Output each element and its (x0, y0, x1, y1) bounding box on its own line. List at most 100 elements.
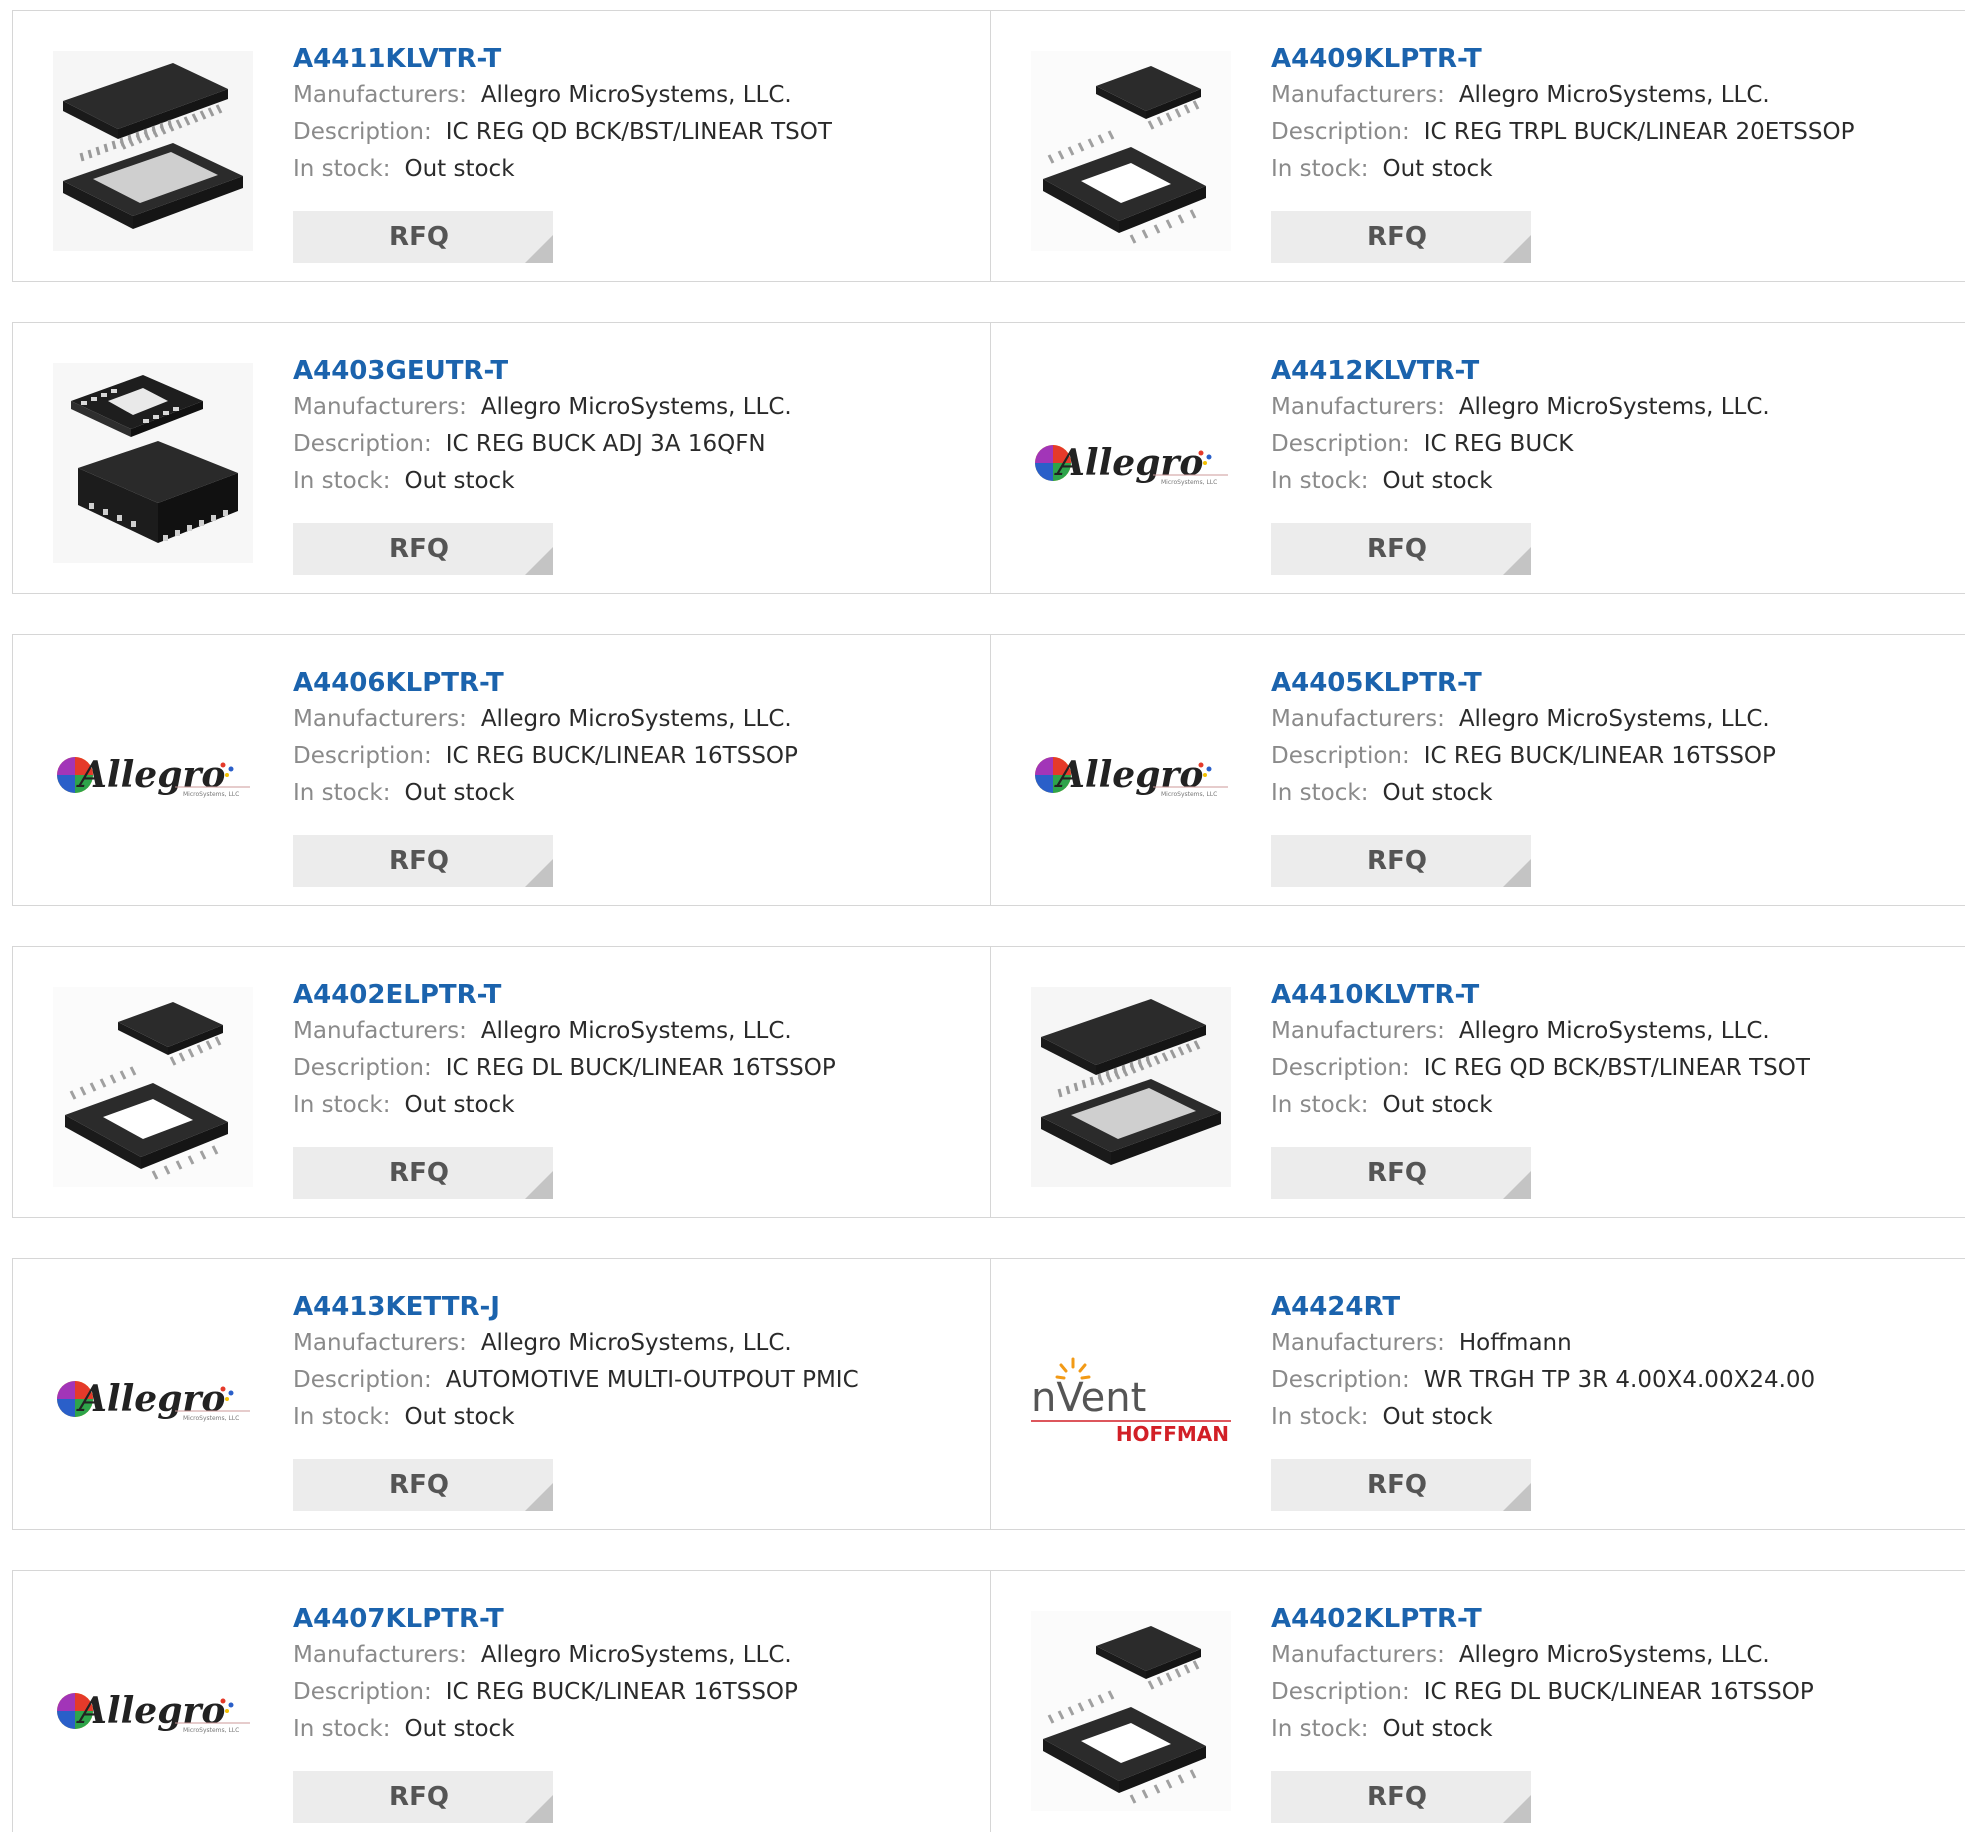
manufacturers-label: Manufacturers: (293, 1330, 467, 1356)
product-card: A4402ELPTR-T Manufacturers: Allegro MicroS… (13, 947, 990, 1217)
description-line: Description: AUTOMOTIVE MULTI-OUTPOUT PMI… (293, 1362, 859, 1399)
description-label: Description: (1271, 431, 1410, 457)
product-info: A4405KLPTR-T Manufacturers: Allegro MicroS… (1271, 665, 1776, 812)
product-card: A4409KLPTR-T Manufacturers: Allegro MicroS… (990, 11, 1965, 281)
stock-value: Out stock (1382, 780, 1493, 806)
part-number-link[interactable]: A4424RT (1271, 1289, 1815, 1325)
manufacturers-label: Manufacturers: (1271, 82, 1445, 108)
tssop-chip-image[interactable] (53, 987, 253, 1187)
tssop-chip-image[interactable] (1031, 51, 1231, 251)
in-stock-label: In stock: (1271, 468, 1369, 494)
rfq-button[interactable]: RFQ (293, 1771, 553, 1823)
description-value: IC REG BUCK/LINEAR 16TSSOP (445, 743, 798, 769)
rfq-button[interactable]: RFQ (1271, 1459, 1531, 1511)
rfq-button[interactable]: RFQ (1271, 523, 1531, 575)
description-label: Description: (1271, 1055, 1410, 1081)
manufacturers-label: Manufacturers: (1271, 706, 1445, 732)
product-info: A4402ELPTR-T Manufacturers: Allegro MicroS… (293, 977, 836, 1124)
product-info: A4403GEUTR-T Manufacturers: Allegro MicroS… (293, 353, 792, 500)
tssop-chip-image[interactable] (1031, 1611, 1231, 1811)
in-stock-label: In stock: (293, 1092, 391, 1118)
product-row: Allegro MicroSystems, LLC A4407KLPTR-T Ma… (12, 1570, 1965, 1832)
rfq-button[interactable]: RFQ (293, 1459, 553, 1511)
part-number-link[interactable]: A4402KLPTR-T (1271, 1601, 1814, 1637)
description-label: Description: (293, 1367, 432, 1393)
part-number-link[interactable]: A4409KLPTR-T (1271, 41, 1854, 77)
rfq-button[interactable]: RFQ (1271, 835, 1531, 887)
rfq-button[interactable]: RFQ (1271, 1771, 1531, 1823)
description-value: WR TRGH TP 3R 4.00X4.00X24.00 (1423, 1367, 1816, 1393)
allegro-logo[interactable]: Allegro MicroSystems, LLC (1031, 363, 1231, 563)
description-label: Description: (293, 119, 432, 145)
part-number-link[interactable]: A4410KLVTR-T (1271, 977, 1810, 1013)
svg-text:Allegro: Allegro (76, 754, 225, 796)
manufacturer-value: Hoffmann (1458, 1330, 1572, 1356)
allegro-logo[interactable]: Allegro MicroSystems, LLC (1031, 675, 1231, 875)
stock-value: Out stock (1382, 1404, 1493, 1430)
manufacturer-line: Manufacturers: Allegro MicroSystems, LLC. (293, 1013, 836, 1050)
stock-value: Out stock (404, 1404, 515, 1430)
part-number-link[interactable]: A4413KETTR-J (293, 1289, 859, 1325)
description-label: Description: (293, 1679, 432, 1705)
manufacturer-value: Allegro MicroSystems, LLC. (480, 82, 792, 108)
svg-text:MicroSystems, LLC: MicroSystems, LLC (1161, 479, 1217, 486)
product-info: A4402KLPTR-T Manufacturers: Allegro MicroS… (1271, 1601, 1814, 1748)
part-number-link[interactable]: A4405KLPTR-T (1271, 665, 1776, 701)
product-info: A4413KETTR-J Manufacturers: Allegro MicroS… (293, 1289, 859, 1436)
in-stock-label: In stock: (293, 468, 391, 494)
manufacturer-line: Manufacturers: Hoffmann (1271, 1325, 1815, 1362)
stock-value: Out stock (1382, 156, 1493, 182)
product-row: Allegro MicroSystems, LLC A4413KETTR-J Ma… (12, 1258, 1965, 1530)
allegro-logo[interactable]: Allegro MicroSystems, LLC (53, 1611, 253, 1811)
description-value: IC REG TRPL BUCK/LINEAR 20ETSSOP (1423, 119, 1855, 145)
allegro-logo[interactable]: Allegro MicroSystems, LLC (53, 675, 253, 875)
part-number-link[interactable]: A4411KLVTR-T (293, 41, 832, 77)
tssop-wide-chip-image[interactable] (1031, 987, 1231, 1187)
stock-line: In stock: Out stock (293, 1087, 836, 1124)
product-card: nVent HOFFMAN A4424RT Manufacturers: Hoffm… (990, 1259, 1965, 1529)
stock-value: Out stock (1382, 468, 1493, 494)
rfq-button[interactable]: RFQ (293, 1147, 553, 1199)
manufacturers-label: Manufacturers: (293, 394, 467, 420)
allegro-logo[interactable]: Allegro MicroSystems, LLC (53, 1299, 253, 1499)
part-number-link[interactable]: A4406KLPTR-T (293, 665, 798, 701)
stock-value: Out stock (404, 1716, 515, 1742)
product-info: A4407KLPTR-T Manufacturers: Allegro MicroS… (293, 1601, 798, 1748)
manufacturers-label: Manufacturers: (1271, 1642, 1445, 1668)
description-label: Description: (1271, 743, 1410, 769)
manufacturers-label: Manufacturers: (1271, 394, 1445, 420)
stock-value: Out stock (404, 156, 515, 182)
stock-line: In stock: Out stock (293, 1399, 859, 1436)
product-card: Allegro MicroSystems, LLC A4406KLPTR-T Ma… (13, 635, 990, 905)
qfn-chip-image[interactable] (53, 363, 253, 563)
in-stock-label: In stock: (1271, 1716, 1369, 1742)
part-number-link[interactable]: A4407KLPTR-T (293, 1601, 798, 1637)
manufacturer-line: Manufacturers: Allegro MicroSystems, LLC. (293, 77, 832, 114)
description-value: IC REG BUCK ADJ 3A 16QFN (445, 431, 766, 457)
description-line: Description: WR TRGH TP 3R 4.00X4.00X24.0… (1271, 1362, 1815, 1399)
rfq-button[interactable]: RFQ (1271, 211, 1531, 263)
nvent-hoffman-logo[interactable]: nVent HOFFMAN (1031, 1299, 1231, 1499)
product-info: A4412KLVTR-T Manufacturers: Allegro MicroS… (1271, 353, 1770, 500)
description-value: IC REG BUCK/LINEAR 16TSSOP (445, 1679, 798, 1705)
description-label: Description: (293, 1055, 432, 1081)
manufacturer-line: Manufacturers: Allegro MicroSystems, LLC. (293, 1325, 859, 1362)
rfq-button[interactable]: RFQ (293, 211, 553, 263)
manufacturers-label: Manufacturers: (293, 1642, 467, 1668)
rfq-button[interactable]: RFQ (293, 523, 553, 575)
part-number-link[interactable]: A4412KLVTR-T (1271, 353, 1770, 389)
manufacturer-value: Allegro MicroSystems, LLC. (1458, 82, 1770, 108)
stock-line: In stock: Out stock (1271, 463, 1770, 500)
rfq-button[interactable]: RFQ (1271, 1147, 1531, 1199)
rfq-button[interactable]: RFQ (293, 835, 553, 887)
manufacturer-value: Allegro MicroSystems, LLC. (480, 706, 792, 732)
tssop-wide-chip-image[interactable] (53, 51, 253, 251)
manufacturer-line: Manufacturers: Allegro MicroSystems, LLC. (1271, 1637, 1814, 1674)
product-card: Allegro MicroSystems, LLC A4405KLPTR-T Ma… (990, 635, 1965, 905)
part-number-link[interactable]: A4403GEUTR-T (293, 353, 792, 389)
stock-line: In stock: Out stock (293, 1711, 798, 1748)
svg-text:HOFFMAN: HOFFMAN (1116, 1422, 1229, 1446)
in-stock-label: In stock: (293, 1404, 391, 1430)
part-number-link[interactable]: A4402ELPTR-T (293, 977, 836, 1013)
stock-line: In stock: Out stock (293, 775, 798, 812)
